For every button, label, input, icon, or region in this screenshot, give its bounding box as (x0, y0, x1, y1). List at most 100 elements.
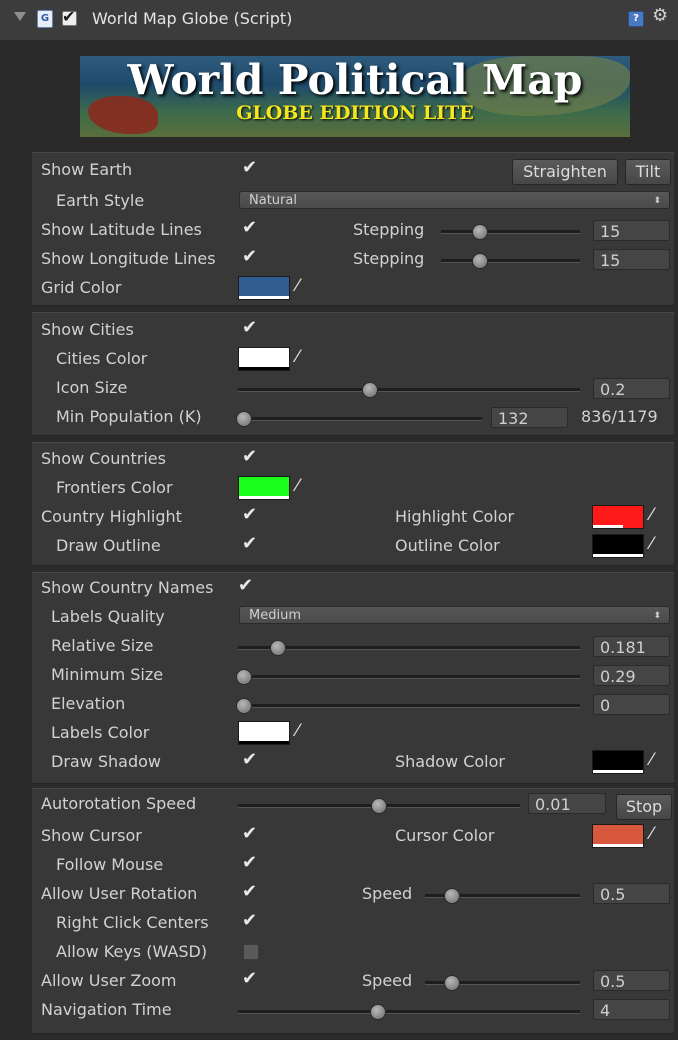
shadow-color-swatch[interactable] (592, 750, 644, 774)
allow-user-zoom-checkbox[interactable]: ✔ (242, 968, 257, 989)
highlight-color-swatch[interactable] (592, 505, 644, 529)
min-population-field[interactable]: 132 (491, 407, 568, 428)
min-population-thumb[interactable] (236, 411, 252, 427)
country-highlight-checkbox[interactable]: ✔ (242, 504, 257, 525)
icon-size-thumb[interactable] (362, 382, 378, 398)
rotation-speed-field[interactable]: 0.5 (593, 883, 670, 904)
help-icon[interactable]: ? (628, 11, 644, 27)
labels-color-swatch[interactable] (238, 721, 290, 745)
latitude-stepping-label: Stepping (353, 220, 425, 239)
minimum-size-thumb[interactable] (236, 669, 252, 685)
minimum-size-field[interactable]: 0.29 (593, 665, 670, 686)
eyedropper-icon[interactable]: ⁄ (296, 276, 299, 296)
checkmark-icon: ✔ (242, 533, 258, 554)
show-cursor-checkbox[interactable]: ✔ (242, 823, 257, 844)
grid-color-swatch[interactable] (238, 276, 290, 300)
allow-keys-checkbox[interactable] (243, 944, 259, 960)
show-cities-checkbox[interactable]: ✔ (242, 317, 257, 338)
shadow-color-label: Shadow Color (395, 752, 505, 771)
navigation-time-thumb[interactable] (370, 1004, 386, 1020)
labels-quality-dropdown[interactable]: Medium ⬍ (239, 606, 670, 624)
minimum-size-slider[interactable] (238, 675, 580, 679)
navigation-section (32, 788, 674, 1034)
show-countries-checkbox[interactable]: ✔ (242, 446, 257, 467)
draw-shadow-label: Draw Shadow (51, 752, 162, 771)
eyedropper-icon[interactable]: ⁄ (296, 721, 299, 741)
checkmark-icon: ✔ (242, 504, 258, 525)
eyedropper-icon[interactable]: ⁄ (650, 505, 653, 525)
icon-size-slider[interactable] (238, 388, 580, 392)
elevation-thumb[interactable] (236, 698, 252, 714)
show-country-names-label: Show Country Names (41, 578, 214, 597)
draw-shadow-checkbox[interactable]: ✔ (242, 749, 257, 770)
checkmark-icon: ✔ (242, 823, 258, 844)
navigation-time-slider[interactable] (238, 1010, 580, 1014)
earth-style-dropdown[interactable]: Natural ⬍ (239, 191, 670, 209)
cities-color-label: Cities Color (56, 349, 148, 368)
relative-size-slider[interactable] (238, 646, 580, 650)
earth-style-value: Natural (249, 193, 297, 208)
show-longitude-label: Show Longitude Lines (41, 249, 216, 268)
elevation-slider[interactable] (238, 704, 580, 708)
relative-size-thumb[interactable] (270, 640, 286, 656)
straighten-button[interactable]: Straighten (512, 159, 618, 185)
rotation-speed-thumb[interactable] (444, 888, 460, 904)
follow-mouse-label: Follow Mouse (56, 855, 164, 874)
latitude-stepping-field[interactable]: 15 (593, 220, 670, 241)
longitude-stepping-thumb[interactable] (472, 253, 488, 269)
longitude-stepping-slider[interactable] (441, 259, 580, 263)
draw-outline-label: Draw Outline (56, 536, 161, 555)
component-enabled-checkbox[interactable]: ✔ (62, 7, 77, 26)
banner-image: World Political Map GLOBE EDITION LITE (80, 56, 630, 137)
relative-size-label: Relative Size (51, 636, 154, 655)
eyedropper-icon[interactable]: ⁄ (650, 824, 653, 844)
show-latitude-label: Show Latitude Lines (41, 220, 202, 239)
cities-color-swatch[interactable] (238, 347, 290, 371)
eyedropper-icon[interactable]: ⁄ (650, 534, 653, 554)
frontiers-color-swatch[interactable] (238, 476, 290, 500)
component-header: G ✔ World Map Globe (Script) ? ⚙ (0, 0, 678, 41)
latitude-stepping-slider[interactable] (441, 230, 580, 234)
zoom-speed-field[interactable]: 0.5 (593, 970, 670, 991)
eyedropper-icon[interactable]: ⁄ (296, 476, 299, 496)
icon-size-label: Icon Size (56, 378, 128, 397)
elevation-label: Elevation (51, 694, 126, 713)
zoom-speed-thumb[interactable] (444, 975, 460, 991)
tilt-button[interactable]: Tilt (625, 159, 671, 185)
gear-icon[interactable]: ⚙ (652, 5, 668, 26)
eyedropper-icon[interactable]: ⁄ (650, 750, 653, 770)
allow-user-rotation-label: Allow User Rotation (41, 884, 198, 903)
allow-keys-label: Allow Keys (WASD) (56, 942, 208, 961)
show-earth-checkbox[interactable]: ✔ (242, 157, 257, 178)
icon-size-field[interactable]: 0.2 (593, 378, 670, 399)
checkmark-icon: ✔ (242, 446, 258, 467)
autorotation-speed-thumb[interactable] (371, 798, 387, 814)
show-latitude-checkbox[interactable]: ✔ (242, 217, 257, 238)
stop-button[interactable]: Stop (616, 794, 672, 820)
longitude-stepping-label: Stepping (353, 249, 425, 268)
checkmark-icon: ✔ (242, 910, 258, 931)
longitude-stepping-field[interactable]: 15 (593, 249, 670, 270)
checkmark-icon: ✔ (242, 968, 258, 989)
follow-mouse-checkbox[interactable]: ✔ (242, 852, 257, 873)
elevation-field[interactable]: 0 (593, 694, 670, 715)
component-title: World Map Globe (Script) (92, 9, 293, 28)
outline-color-swatch[interactable] (592, 534, 644, 558)
right-click-centers-checkbox[interactable]: ✔ (242, 910, 257, 931)
show-country-names-checkbox[interactable]: ✔ (238, 575, 253, 596)
draw-outline-checkbox[interactable]: ✔ (242, 533, 257, 554)
foldout-arrow-icon[interactable] (14, 12, 26, 21)
min-population-slider[interactable] (238, 417, 482, 421)
allow-user-rotation-checkbox[interactable]: ✔ (242, 881, 257, 902)
checkmark-icon: ✔ (242, 246, 258, 267)
highlight-color-label: Highlight Color (395, 507, 515, 526)
autorotation-speed-field[interactable]: 0.01 (528, 793, 606, 814)
cursor-color-swatch[interactable] (592, 824, 644, 848)
navigation-time-field[interactable]: 4 (593, 999, 670, 1020)
labels-color-label: Labels Color (51, 723, 150, 742)
eyedropper-icon[interactable]: ⁄ (296, 347, 299, 367)
relative-size-field[interactable]: 0.181 (593, 636, 670, 657)
zoom-speed-label: Speed (362, 971, 413, 990)
latitude-stepping-thumb[interactable] (472, 224, 488, 240)
show-longitude-checkbox[interactable]: ✔ (242, 246, 257, 267)
